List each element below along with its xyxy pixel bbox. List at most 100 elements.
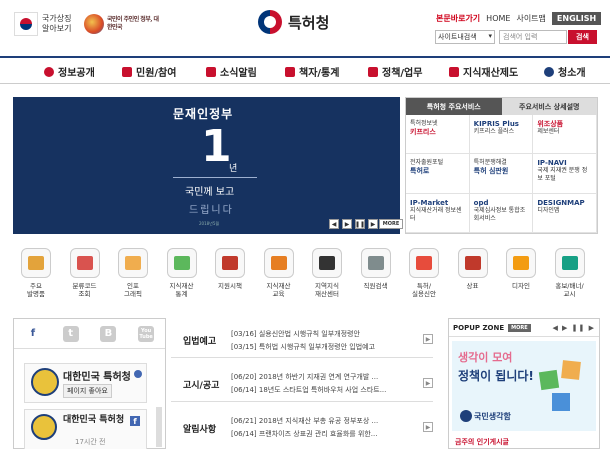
blog-tab[interactable]: B bbox=[90, 319, 128, 348]
quick-link[interactable]: 홍보/배너/ 교시 bbox=[548, 248, 592, 298]
nav-label: 지식재산제도 bbox=[463, 68, 519, 79]
service-name: 국제심사정보 통합조회서비스 bbox=[473, 206, 526, 222]
nav-label: 정보공개 bbox=[58, 68, 95, 79]
national-symbol-link[interactable]: 국가상징 알아보기 bbox=[14, 12, 76, 36]
service-kipris[interactable]: 특허정보넷 키프리스 bbox=[406, 115, 470, 155]
block-icon bbox=[538, 369, 560, 391]
quick-link-label: 직원검색 bbox=[363, 282, 388, 290]
sitemap-link[interactable]: 사이트맵 bbox=[516, 13, 545, 24]
main-banner[interactable]: 문재인정부 1 년 국민께 보고 드립니다 2018년5월 ◀ ▶ ❚❚ ▶ M… bbox=[13, 97, 403, 234]
post-time: 17시간 전 bbox=[75, 438, 106, 446]
nav-item-info-disclosure[interactable]: 정보공개 bbox=[44, 64, 95, 79]
quick-link[interactable]: 직원검색 bbox=[354, 248, 398, 290]
home-link[interactable]: HOME bbox=[486, 14, 510, 23]
quick-link[interactable]: 상표 bbox=[451, 248, 495, 290]
popup-controls[interactable]: ◀ ▶ ❚❚ ▶ bbox=[552, 324, 595, 332]
emblem-icon bbox=[544, 66, 554, 77]
notice-board: 입법예고 [03/16] 실용신안법 시행규칙 일부개정령안 [03/15] 특… bbox=[171, 318, 433, 449]
search-placeholder: 검색어 입력 bbox=[503, 33, 538, 41]
banner-unit: 년 bbox=[229, 164, 238, 174]
facebook-tab[interactable]: f bbox=[14, 319, 52, 348]
facebook-post[interactable]: 대한민국 특허청 17시간 전 f bbox=[24, 409, 147, 449]
facebook-icon: f bbox=[30, 328, 36, 339]
notice-item[interactable]: [03/15] 특허법 시행규칙 일부개정령안 입법예고 bbox=[231, 342, 421, 352]
quick-link-label: 디자인 bbox=[512, 282, 530, 290]
prev-icon[interactable]: ◀ bbox=[329, 219, 339, 229]
quick-link[interactable]: 지역지식 재산센터 bbox=[305, 248, 349, 298]
service-kipris-plus[interactable]: KIPRIS Plus 키프리스 플러스 bbox=[469, 115, 534, 155]
notice-item[interactable]: [06/14] 프랜차이즈 상표권 관리 효율화를 위한... bbox=[231, 429, 421, 439]
notice-item[interactable]: [03/16] 실용신안법 시행규칙 일부개정령안 bbox=[231, 329, 421, 339]
post-author: 대한민국 특허청 bbox=[63, 415, 125, 425]
notice-category[interactable]: 입법예고 bbox=[183, 334, 216, 347]
quick-link[interactable]: 특허/ 실용신안 bbox=[402, 248, 446, 298]
quick-link-icon bbox=[118, 248, 148, 278]
popup-banner[interactable]: 생각이 모여 정책이 됩니다! 국민생각함 bbox=[452, 341, 596, 431]
service-caption: 전자출원포털 bbox=[410, 159, 444, 167]
site-logo[interactable]: 특허청 bbox=[258, 10, 329, 34]
megaphone-icon bbox=[206, 66, 216, 77]
nav-item-policy[interactable]: 정책/업무 bbox=[368, 64, 422, 79]
notice-category[interactable]: 알림사항 bbox=[183, 422, 216, 435]
english-link[interactable]: ENGLISH bbox=[551, 12, 602, 25]
search-input[interactable]: 검색어 입력 bbox=[499, 30, 567, 44]
banner-line2: 드립니다 bbox=[189, 205, 234, 216]
service-counterfeit-report[interactable]: 위조상품 제보센터 bbox=[533, 115, 597, 155]
notice-item[interactable]: [06/21] 2018년 지식재산 부총 유공 정부포상 ... bbox=[231, 416, 421, 426]
nav-item-civil-petition[interactable]: 민원/참여 bbox=[122, 64, 176, 79]
notice-item[interactable]: [06/20] 2018년 하반기 지재권 연계 연구개발 ... bbox=[231, 372, 421, 382]
twitter-tab[interactable]: t bbox=[52, 319, 90, 348]
service-trial-board[interactable]: 특허분쟁해결 특허 심판원 bbox=[469, 154, 534, 194]
main-services-panel: 특허청 주요서비스 주요서비스 상세설명 특허정보넷 키프리스 KIPRIS Pl… bbox=[405, 97, 598, 234]
popup-zone-title: POPUP ZONE bbox=[453, 323, 505, 332]
quick-link[interactable]: 지식재산 교육 bbox=[257, 248, 301, 298]
service-name: 지식재산거래 정보센터 bbox=[410, 206, 462, 222]
search-button[interactable]: 검색 bbox=[568, 30, 597, 44]
service-opd[interactable]: opd 국제심사정보 통합조회서비스 bbox=[469, 193, 534, 233]
page-name: 대한민국 특허청 bbox=[63, 372, 131, 383]
like-page-button[interactable]: 페이지 좋아요 bbox=[63, 384, 112, 398]
banner-divider bbox=[173, 177, 257, 178]
quick-link[interactable]: 디자인 bbox=[499, 248, 543, 290]
quick-link-icon bbox=[506, 248, 536, 278]
banner-title: 문재인정부 bbox=[173, 107, 234, 121]
play-icon[interactable]: ▶ bbox=[342, 219, 352, 229]
pause-icon[interactable]: ❚❚ bbox=[355, 219, 365, 229]
nav-item-about[interactable]: 청소개 bbox=[544, 64, 586, 79]
nav-item-ip-system[interactable]: 지식재산제도 bbox=[449, 64, 518, 79]
facebook-page-card[interactable]: 대한민국 특허청 페이지 좋아요 bbox=[24, 363, 147, 403]
quick-links: 주요 발명품 분류코드 조회 인포 그래픽 지식재산 통계 지원시책 지식재산 교육 지역지… bbox=[14, 248, 600, 308]
search-scope-select[interactable]: 사이트내검색 ▾ bbox=[435, 30, 495, 44]
nav-item-books-stats[interactable]: 책자/통계 bbox=[285, 64, 339, 79]
service-ip-market[interactable]: IP-Market 지식재산거래 정보센터 bbox=[406, 193, 470, 233]
tab-service-details[interactable]: 주요서비스 상세설명 bbox=[501, 98, 597, 115]
tab-main-services[interactable]: 특허청 주요서비스 bbox=[406, 98, 502, 115]
nav-item-news[interactable]: 소식알림 bbox=[206, 64, 257, 79]
notice-category[interactable]: 고시/공고 bbox=[183, 378, 219, 391]
service-name: 키프리스 bbox=[410, 128, 436, 136]
quick-link[interactable]: 주요 발명품 bbox=[14, 248, 58, 298]
quick-link[interactable]: 지식재산 통계 bbox=[160, 248, 204, 298]
service-designmap[interactable]: DESIGNMAP 디자인맵 bbox=[533, 193, 597, 233]
quick-link-icon bbox=[554, 248, 585, 278]
service-ip-navi[interactable]: IP-NAVI 국제 지재권 분쟁 정보 포털 bbox=[533, 154, 597, 194]
chevron-right-icon[interactable]: ▶ bbox=[423, 422, 433, 432]
chevron-right-icon[interactable]: ▶ bbox=[423, 334, 433, 344]
quick-link-icon bbox=[360, 248, 391, 278]
government-slogan[interactable]: 국민이 주인인 정부, 대한민국 bbox=[84, 10, 162, 38]
quick-link[interactable]: 인포 그래픽 bbox=[111, 248, 155, 298]
service-patent-ro[interactable]: 전자출원포털 특허로 bbox=[406, 154, 470, 194]
notice-item[interactable]: [06/14] 18년도 스타트업 특허바우처 사업 스타트... bbox=[231, 385, 421, 395]
scrollbar[interactable] bbox=[156, 407, 162, 447]
popup-more-button[interactable]: MORE bbox=[508, 323, 531, 332]
youtube-tab[interactable]: You Tube bbox=[127, 319, 165, 348]
next-icon[interactable]: ▶ bbox=[368, 219, 378, 229]
quick-link-label: 지식재산 통계 bbox=[169, 282, 194, 298]
banner-more-button[interactable]: MORE bbox=[379, 219, 403, 229]
quick-link[interactable]: 분류코드 조회 bbox=[63, 248, 107, 298]
skip-to-content-link[interactable]: 본문바로가기 bbox=[436, 13, 480, 24]
service-name: 제보센터 bbox=[537, 128, 560, 135]
quick-link[interactable]: 지원시책 bbox=[208, 248, 252, 290]
chevron-right-icon[interactable]: ▶ bbox=[423, 378, 433, 388]
quick-link-label: 홍보/배너/ 교시 bbox=[555, 282, 584, 298]
